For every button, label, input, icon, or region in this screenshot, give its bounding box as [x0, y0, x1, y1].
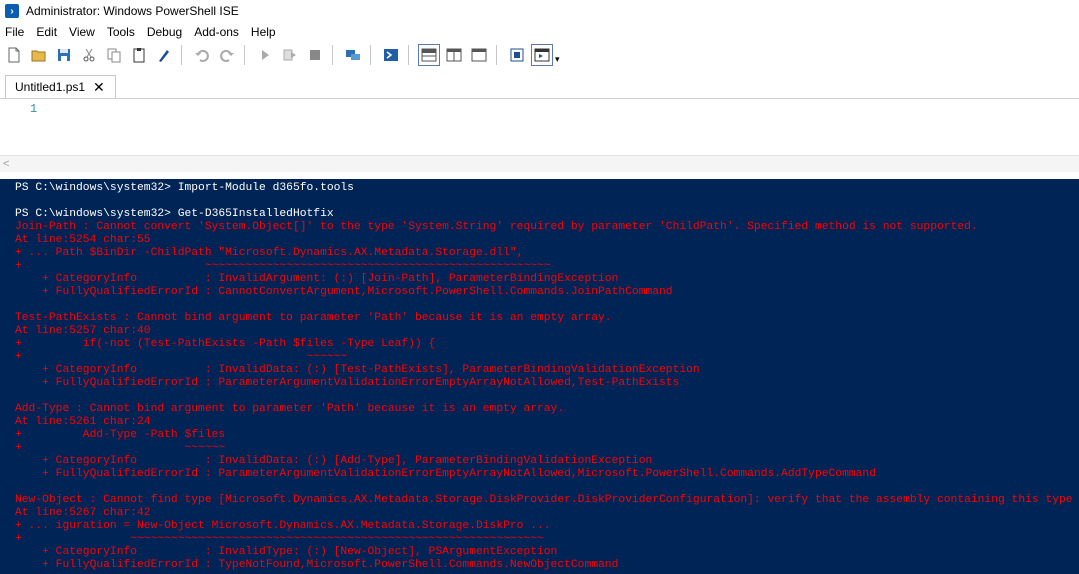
console-line: New-Object : Cannot find type [Microsoft…	[15, 494, 1079, 506]
line-number: 1	[30, 102, 38, 116]
menu-bar: File Edit View Tools Debug Add-ons Help	[0, 23, 282, 41]
paste-icon[interactable]	[128, 44, 150, 66]
pane-splitter[interactable]	[0, 172, 1079, 179]
console-line: At line:5267 char:42	[15, 507, 151, 519]
console-line: + FullyQualifiedErrorId : ParameterArgum…	[15, 377, 680, 389]
script-editor[interactable]: 1	[0, 99, 1079, 155]
console-line: + ~~~~~~	[15, 442, 226, 454]
console-line: + ~~~~~~	[15, 351, 348, 363]
layout-top-icon[interactable]	[418, 44, 440, 66]
clear-icon[interactable]	[153, 44, 175, 66]
console-line: Test-PathExists : Cannot bind argument t…	[15, 312, 612, 324]
scroll-left-icon[interactable]: <	[3, 158, 9, 170]
toolbar-overflow-icon[interactable]: ▾	[555, 54, 560, 65]
console-line: + ... iguration = New-Object Microsoft.D…	[15, 520, 551, 532]
addon-icon[interactable]	[531, 44, 553, 66]
tab-untitled1[interactable]: Untitled1.ps1 ✕	[5, 75, 116, 98]
console-line: + ... Path $BinDir -ChildPath "Microsoft…	[15, 247, 524, 259]
menu-view[interactable]: View	[63, 25, 101, 39]
layout-right-icon[interactable]	[443, 44, 465, 66]
console-line: Add-Type : Cannot bind argument to param…	[15, 403, 565, 415]
layout-max-icon[interactable]	[468, 44, 490, 66]
console-line: + CategoryInfo : InvalidType: (:) [New-O…	[15, 546, 558, 558]
console-line: + CategoryInfo : InvalidData: (:) [Test-…	[15, 364, 700, 376]
new-icon[interactable]	[3, 44, 25, 66]
console-line: + CategoryInfo : InvalidData: (:) [Add-T…	[15, 455, 653, 467]
console-line: Join-Path : Cannot convert 'System.Objec…	[15, 221, 978, 233]
menu-tools[interactable]: Tools	[101, 25, 141, 39]
script-tabs: Untitled1.ps1 ✕	[0, 71, 1079, 99]
powershell-app-icon: ›	[5, 4, 19, 18]
tab-label: Untitled1.ps1	[15, 80, 86, 94]
menu-file[interactable]: File	[0, 25, 30, 39]
console-line: + if(-not (Test-PathExists -Path $files …	[15, 338, 436, 350]
menu-addons[interactable]: Add-ons	[188, 25, 245, 39]
run-icon[interactable]	[254, 44, 276, 66]
console-line: + ~~~~~~~~~~~~~~~~~~~~~~~~~~~~~~~~~~~~~~…	[15, 260, 551, 272]
close-icon[interactable]: ✕	[93, 80, 105, 94]
console-line: PS C:\windows\system32> Import-Module d3…	[15, 182, 354, 194]
console-line: + FullyQualifiedErrorId : CannotConvertA…	[15, 286, 673, 298]
run-selection-icon[interactable]	[279, 44, 301, 66]
cut-icon[interactable]	[78, 44, 100, 66]
console-line: + ~~~~~~~~~~~~~~~~~~~~~~~~~~~~~~~~~~~~~~…	[15, 533, 544, 545]
menu-edit[interactable]: Edit	[30, 25, 63, 39]
save-icon[interactable]	[53, 44, 75, 66]
console-line: + FullyQualifiedErrorId : TypeNotFound,M…	[15, 559, 619, 571]
remote-icon[interactable]	[342, 44, 364, 66]
window-title: Administrator: Windows PowerShell ISE	[26, 4, 239, 18]
horizontal-scrollbar[interactable]: <	[0, 155, 1079, 173]
menu-debug[interactable]: Debug	[141, 25, 188, 39]
copy-icon[interactable]	[103, 44, 125, 66]
console-line: At line:5257 char:40	[15, 325, 151, 337]
console-line: + Add-Type -Path $files	[15, 429, 226, 441]
menu-help[interactable]: Help	[245, 25, 282, 39]
title-bar: › Administrator: Windows PowerShell ISE	[0, 0, 1079, 22]
stop-icon[interactable]	[304, 44, 326, 66]
redo-icon[interactable]	[216, 44, 238, 66]
console-line: PS C:\windows\system32> Get-D365Installe…	[15, 208, 334, 220]
undo-icon[interactable]	[191, 44, 213, 66]
open-icon[interactable]	[28, 44, 50, 66]
console-pane[interactable]: PS C:\windows\system32> Import-Module d3…	[0, 179, 1079, 574]
command-icon[interactable]	[506, 44, 528, 66]
console-line: At line:5261 char:24	[15, 416, 151, 428]
console-line: At line:5254 char:55	[15, 234, 151, 246]
powershell-icon[interactable]	[380, 44, 402, 66]
console-line: + CategoryInfo : InvalidArgument: (:) [J…	[15, 273, 619, 285]
console-line: + FullyQualifiedErrorId : ParameterArgum…	[15, 468, 876, 480]
toolbar: ▾	[0, 41, 1079, 69]
